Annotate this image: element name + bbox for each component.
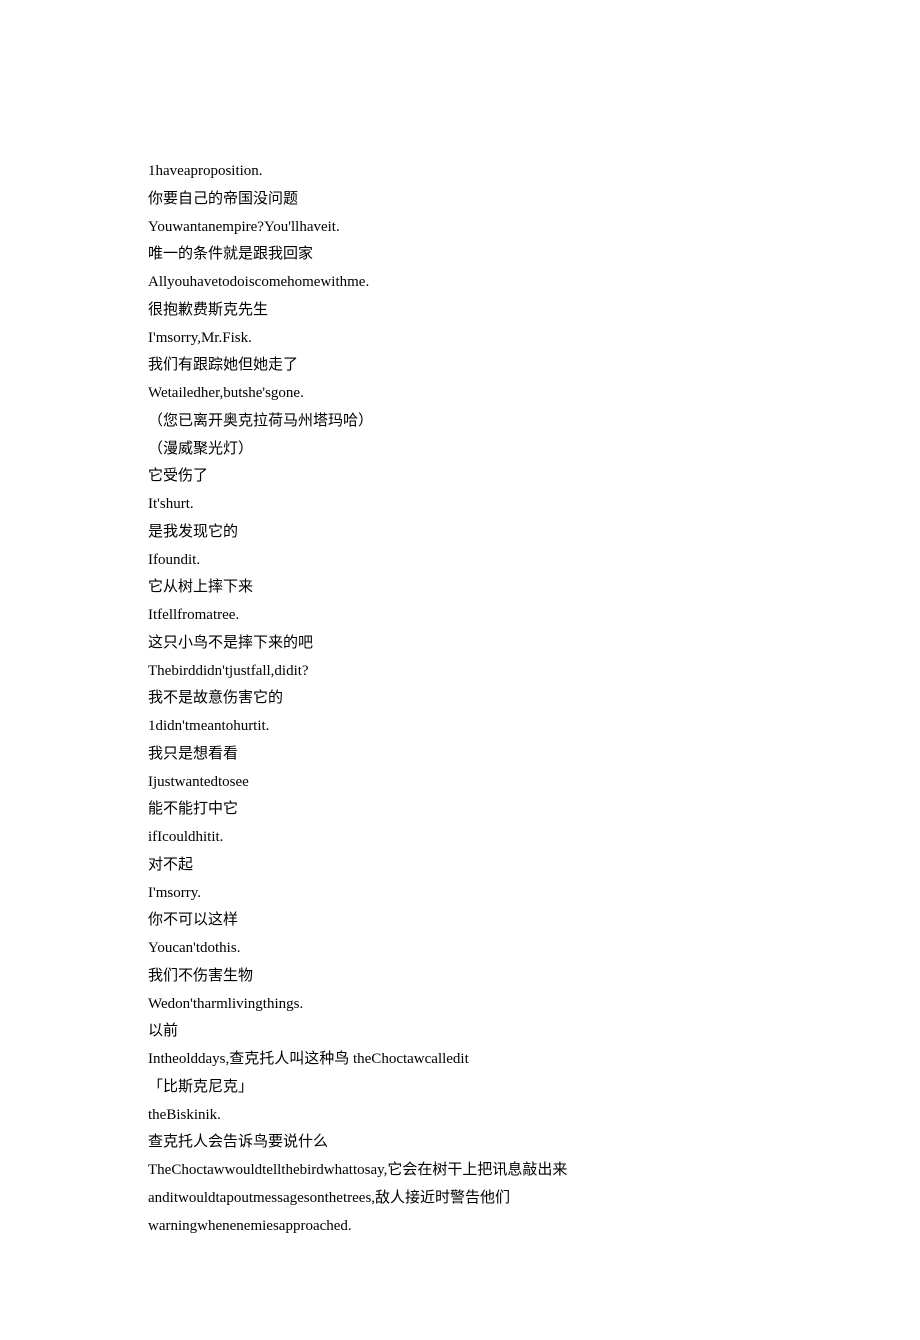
text-line: Wedon'tharmlivingthings. xyxy=(148,991,772,1019)
text-line: 我们不伤害生物 xyxy=(148,963,772,991)
text-line: 我只是想看看 xyxy=(148,741,772,769)
text-line: 查克托人会告诉鸟要说什么 xyxy=(148,1129,772,1157)
document-page: 1haveaproposition.你要自己的帝国没问题Youwantanemp… xyxy=(0,0,920,1340)
text-line: Ijustwantedtosee xyxy=(148,769,772,797)
text-line: TheChoctawwouldtellthebirdwhattosay,它会在树… xyxy=(148,1157,772,1185)
text-line: 我们有跟踪她但她走了 xyxy=(148,352,772,380)
text-line: Ifoundit. xyxy=(148,547,772,575)
text-line: 能不能打中它 xyxy=(148,796,772,824)
text-line: Youcan'tdothis. xyxy=(148,935,772,963)
text-line: Intheolddays,查克托人叫这种鸟 theChoctawcalledit xyxy=(148,1046,772,1074)
text-line: 你不可以这样 xyxy=(148,907,772,935)
text-line: I'msorry,Mr.Fisk. xyxy=(148,325,772,353)
text-line: 你要自己的帝国没问题 xyxy=(148,186,772,214)
text-line: Wetailedher,butshe'sgone. xyxy=(148,380,772,408)
text-line: It'shurt. xyxy=(148,491,772,519)
text-block: 1haveaproposition.你要自己的帝国没问题Youwantanemp… xyxy=(148,158,772,1240)
text-line: anditwouldtapoutmessagesonthetrees,敌人接近时… xyxy=(148,1185,772,1213)
text-line: 1haveaproposition. xyxy=(148,158,772,186)
text-line: 唯一的条件就是跟我回家 xyxy=(148,241,772,269)
text-line: 很抱歉费斯克先生 xyxy=(148,297,772,325)
text-line: 「比斯克尼克」 xyxy=(148,1074,772,1102)
text-line: Allyouhavetodoiscomehomewithme. xyxy=(148,269,772,297)
text-line: 它从树上摔下来 xyxy=(148,574,772,602)
text-line: 1didn'tmeantohurtit. xyxy=(148,713,772,741)
text-line: （您已离开奥克拉荷马州塔玛哈） xyxy=(148,408,772,436)
text-line: 它受伤了 xyxy=(148,463,772,491)
text-line: 以前 xyxy=(148,1018,772,1046)
text-line: ifIcouldhitit. xyxy=(148,824,772,852)
text-line: Thebirddidn'tjustfall,didit? xyxy=(148,658,772,686)
text-line: （漫威聚光灯） xyxy=(148,436,772,464)
text-line: 这只小鸟不是摔下来的吧 xyxy=(148,630,772,658)
text-line: warningwhenenemiesapproached. xyxy=(148,1213,772,1241)
text-line: 我不是故意伤害它的 xyxy=(148,685,772,713)
text-line: I'msorry. xyxy=(148,880,772,908)
text-line: 对不起 xyxy=(148,852,772,880)
text-line: 是我发现它的 xyxy=(148,519,772,547)
text-line: theBiskinik. xyxy=(148,1102,772,1130)
text-line: Itfellfromatree. xyxy=(148,602,772,630)
text-line: Youwantanempire?You'llhaveit. xyxy=(148,214,772,242)
